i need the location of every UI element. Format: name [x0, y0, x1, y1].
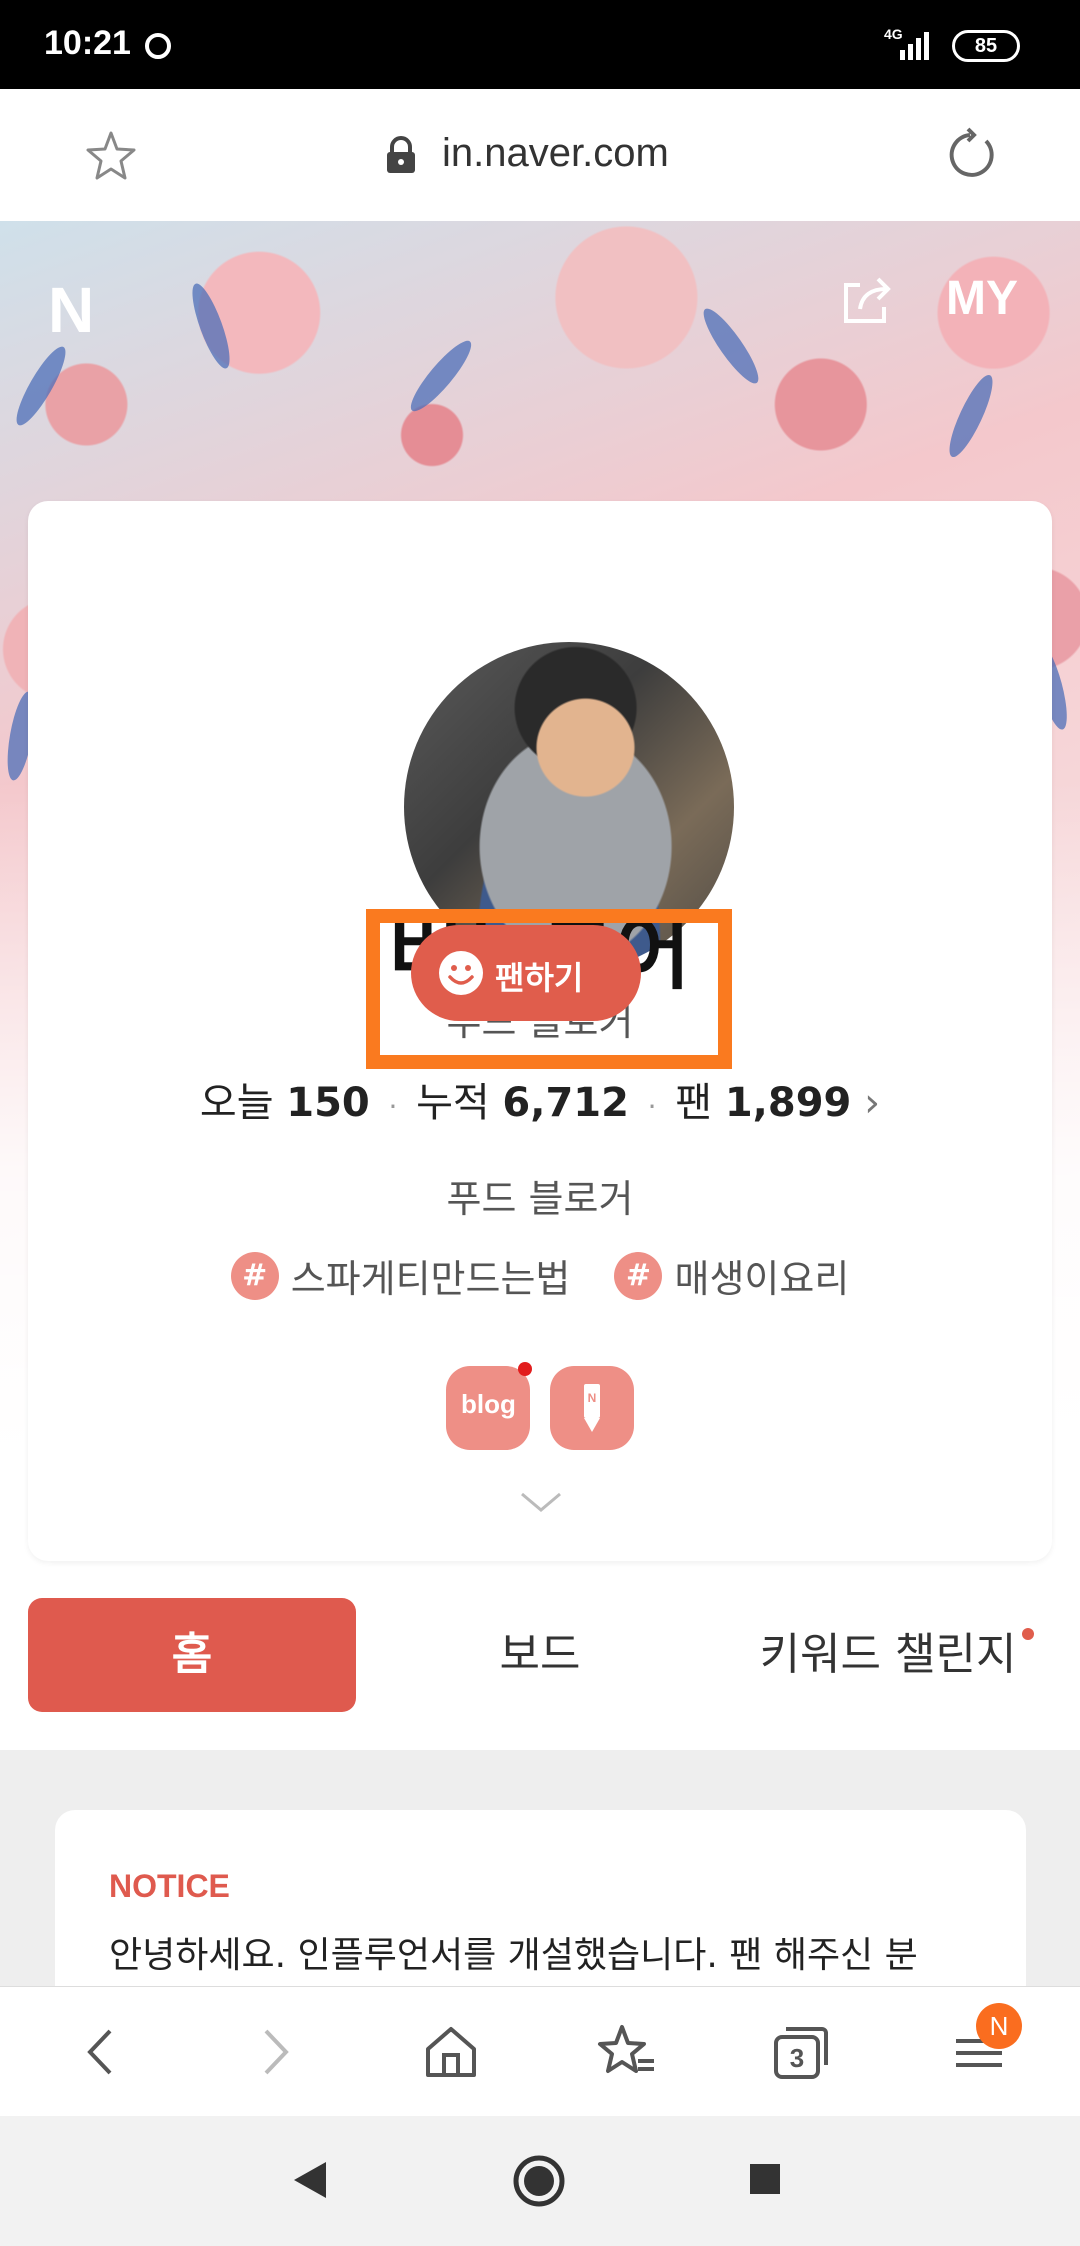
chevron-down-icon[interactable]	[520, 1490, 562, 1514]
tabs-icon[interactable]: 3	[766, 2017, 836, 2087]
tab-count: 3	[790, 2043, 804, 2073]
decorative-leaf	[8, 341, 74, 431]
fans-value: 1,899	[724, 1080, 852, 1126]
fans-label: 팬	[675, 1080, 713, 1126]
messenger-icon	[145, 33, 171, 59]
tag-label: 스파게티만드는법	[290, 1257, 571, 1301]
share-icon[interactable]	[838, 271, 896, 329]
decorative-leaf	[185, 279, 237, 373]
forward-icon[interactable]	[240, 2017, 310, 2087]
keyword-tags: # 스파게티만드는법 # 매생이요리	[0, 1248, 1080, 1303]
system-recents-icon[interactable]	[748, 2162, 782, 2196]
system-back-icon[interactable]	[290, 2158, 330, 2202]
back-icon[interactable]	[66, 2017, 136, 2087]
signal-icon	[900, 32, 929, 60]
status-bar: 10:21 4G 85	[0, 0, 1080, 89]
notice-title: NOTICE	[109, 1868, 230, 1904]
system-nav-bar	[0, 2116, 1080, 2246]
naver-logo[interactable]: N	[48, 273, 94, 347]
profile-tabs: 홈 보드 키워드 챌린지	[0, 1598, 1080, 1750]
today-value: 150	[286, 1080, 370, 1126]
status-time: 10:21	[44, 24, 131, 62]
browser-address-bar: in.naver.com	[0, 89, 1080, 221]
main-content: NOTICE 안녕하세요. 인플루언서를 개설했습니다. 팬 해주신 분	[0, 1750, 1080, 2030]
hash-icon: #	[614, 1251, 663, 1300]
hash-icon: #	[230, 1251, 279, 1300]
tag-label: 매생이요리	[674, 1257, 850, 1301]
pen-icon: N	[583, 1384, 600, 1432]
system-home-icon[interactable]	[512, 2154, 566, 2208]
bookmarks-icon[interactable]	[592, 2017, 662, 2087]
browser-bottom-nav: 3 N	[0, 1986, 1080, 2116]
menu-badge: N	[976, 2003, 1022, 2049]
pen-icon-letter: N	[587, 1391, 596, 1405]
tab-board[interactable]: 보드	[376, 1598, 704, 1712]
tab-keyword-challenge[interactable]: 키워드 챌린지	[724, 1598, 1052, 1712]
battery-indicator: 85	[952, 30, 1020, 62]
tag-item[interactable]: # 스파게티만드는법	[230, 1248, 571, 1303]
tab-home[interactable]: 홈	[28, 1598, 356, 1712]
blog-channel-icon[interactable]: blog	[446, 1362, 533, 1450]
url-text[interactable]: in.naver.com	[442, 131, 669, 176]
blog-icon-label: blog	[461, 1389, 516, 1419]
my-link[interactable]: MY	[946, 271, 1018, 326]
separator-dot: ·	[647, 1090, 657, 1123]
pen-channel-icon[interactable]: N	[549, 1366, 634, 1450]
today-label: 오늘	[199, 1080, 274, 1126]
new-dot	[518, 1362, 533, 1376]
decorative-leaf	[403, 334, 479, 418]
lock-icon	[387, 136, 415, 173]
bookmark-star-icon[interactable]	[84, 129, 138, 183]
decorative-leaf	[696, 302, 766, 390]
total-value: 6,712	[502, 1080, 629, 1126]
total-label: 누적	[416, 1080, 490, 1126]
notice-text: 안녕하세요. 인플루언서를 개설했습니다. 팬 해주신 분	[109, 1935, 918, 1976]
decorative-leaf	[942, 370, 1000, 462]
tag-item[interactable]: # 매생이요리	[614, 1248, 849, 1303]
reload-icon[interactable]	[942, 127, 998, 183]
visitor-stats[interactable]: 오늘 150 · 누적 6,712 · 팬 1,899 ›	[0, 1070, 1080, 1128]
separator-dot: ·	[388, 1090, 398, 1123]
profile-description: 푸드 블로거	[446, 1177, 634, 1221]
chevron-right-icon: ›	[864, 1080, 881, 1126]
new-dot	[1022, 1628, 1034, 1640]
highlight-box	[366, 909, 732, 1069]
channel-icons: blog N	[0, 1362, 1080, 1450]
home-icon[interactable]	[416, 2017, 486, 2087]
tab-keyword-label: 키워드 챌린지	[759, 1629, 1017, 1680]
